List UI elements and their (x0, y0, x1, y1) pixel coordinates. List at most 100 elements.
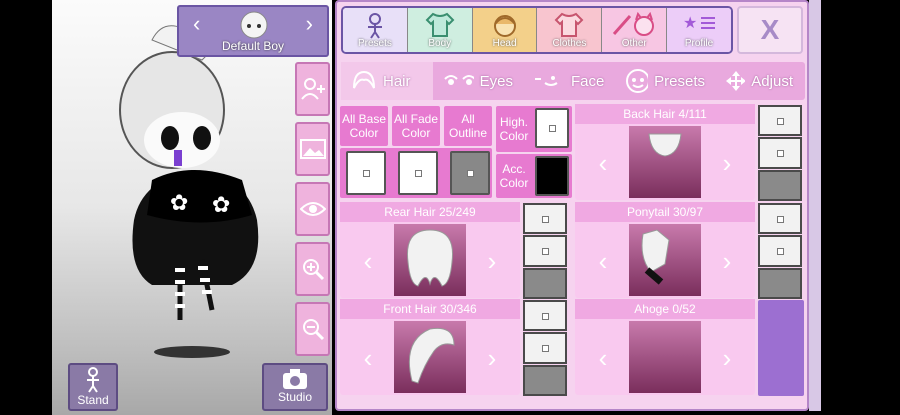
ahoge-color-area (758, 300, 804, 396)
tab-label: Presets (357, 38, 392, 49)
ponytail-preview[interactable] (629, 224, 701, 296)
tab-label: Clothes (552, 38, 587, 49)
character-avatar[interactable] (237, 10, 271, 40)
back-hair-color-3[interactable] (758, 169, 802, 201)
rear-hair-color-1[interactable] (523, 203, 567, 235)
studio-button[interactable]: Studio (262, 363, 328, 411)
rear-hair-prev-arrow-icon[interactable]: ‹ (348, 228, 388, 294)
rear-hair-thumbnail (406, 229, 454, 287)
front-hair-color-2[interactable] (523, 332, 567, 364)
tab-other[interactable]: Other (602, 8, 668, 52)
profile-star-icon: ★ (683, 13, 716, 32)
all-base-color-label: All Base Color (340, 106, 388, 146)
front-hair-selector: Front Hair 30/346 ‹ › (340, 299, 520, 395)
ponytail-color-3[interactable] (758, 267, 802, 299)
scroll-edge (809, 0, 821, 411)
all-outline-label: All Outline (444, 106, 492, 146)
clothes-shirt-icon (554, 12, 584, 37)
ponytail-color-2[interactable] (758, 235, 802, 267)
ponytail-color-1[interactable] (758, 203, 802, 235)
ahoge-selector: Ahoge 0/52 ‹ › (575, 299, 755, 395)
subtab-hair[interactable]: Hair (341, 62, 433, 100)
highlight-color-swatch[interactable] (535, 108, 569, 148)
tab-presets[interactable]: Presets (343, 8, 408, 52)
subtab-adjust[interactable]: Adjust (715, 62, 803, 100)
all-fade-color-label: All Fade Color (392, 106, 440, 146)
back-hair-color-1[interactable] (758, 105, 802, 137)
ahoge-next-arrow-icon[interactable]: › (707, 325, 747, 391)
background-icon (299, 139, 326, 159)
back-hair-thumbnail (648, 133, 682, 157)
eye-icon (299, 202, 326, 216)
character-name: Default Boy (221, 39, 285, 53)
prev-character-arrow-icon[interactable]: ‹ (193, 13, 200, 35)
front-hair-next-arrow-icon[interactable]: › (472, 325, 512, 391)
rear-hair-preview[interactable] (394, 224, 466, 296)
zoom-out-icon (302, 319, 324, 341)
rear-hair-color-3[interactable] (523, 267, 567, 299)
ponytail-prev-arrow-icon[interactable]: ‹ (583, 228, 623, 294)
ahoge-prev-arrow-icon[interactable]: ‹ (583, 325, 623, 391)
stand-button[interactable]: Stand (68, 363, 118, 411)
front-hair-prev-arrow-icon[interactable]: ‹ (348, 325, 388, 391)
head-icon (493, 15, 516, 37)
ponytail-color-swatches (758, 203, 802, 299)
camera-icon (283, 369, 307, 389)
subtab-label: Presets (654, 72, 705, 90)
character-stage[interactable]: ✿ ✿ (52, 0, 332, 415)
face-icon (535, 76, 558, 86)
back-hair-preview[interactable] (629, 126, 701, 198)
highlight-color-label: High. Color (499, 115, 529, 143)
next-character-arrow-icon[interactable]: › (306, 13, 313, 35)
all-fade-color-swatch[interactable] (398, 151, 438, 195)
all-outline-swatch[interactable] (450, 151, 490, 195)
stand-label: Stand (77, 393, 109, 407)
back-hair-prev-arrow-icon[interactable]: ‹ (583, 130, 623, 196)
ponytail-selector: Ponytail 30/97 ‹ › (575, 202, 755, 298)
hair-icon (353, 70, 375, 89)
character-sprite[interactable]: ✿ ✿ (52, 0, 332, 415)
all-base-color-swatch[interactable] (346, 151, 386, 195)
ponytail-title: Ponytail 30/97 (575, 202, 755, 222)
back-hair-selector: Back Hair 4/111 ‹ › (575, 104, 755, 200)
rear-hair-color-2[interactable] (523, 235, 567, 267)
ponytail-next-arrow-icon[interactable]: › (707, 228, 747, 294)
zoom-in-button[interactable] (295, 242, 330, 296)
add-character-button[interactable] (295, 62, 330, 116)
subtab-label: Face (571, 72, 605, 90)
tab-label: Body (428, 38, 452, 49)
customization-panel: Presets Body Head Clothes Other ★ Profil… (335, 0, 809, 411)
tab-body[interactable]: Body (407, 8, 473, 52)
adjust-move-icon (726, 71, 746, 91)
background-button[interactable] (295, 122, 330, 176)
back-hair-color-2[interactable] (758, 137, 802, 169)
rear-hair-color-swatches (523, 203, 567, 299)
tab-head[interactable]: Head (472, 8, 538, 52)
accessory-color-label: Acc. Color (499, 162, 529, 190)
subtab-face[interactable]: Face (523, 62, 615, 100)
back-hair-color-swatches (758, 105, 802, 201)
svg-text:✿: ✿ (212, 193, 230, 218)
front-hair-thumbnail (408, 327, 455, 384)
ahoge-title: Ahoge 0/52 (575, 299, 755, 319)
back-hair-next-arrow-icon[interactable]: › (707, 130, 747, 196)
close-button[interactable]: X (737, 6, 803, 54)
presets-face-icon (626, 69, 649, 93)
studio-label: Studio (277, 390, 313, 404)
ahoge-preview[interactable] (629, 321, 701, 393)
tab-clothes[interactable]: Clothes (537, 8, 603, 52)
accessory-color-swatch[interactable] (535, 156, 569, 196)
front-hair-color-1[interactable] (523, 300, 567, 332)
subtab-eyes[interactable]: Eyes (433, 62, 523, 100)
body-shirt-icon (425, 12, 455, 37)
ponytail-thumbnail (641, 229, 670, 285)
front-hair-preview[interactable] (394, 321, 466, 393)
zoom-out-button[interactable] (295, 302, 330, 356)
rear-hair-next-arrow-icon[interactable]: › (472, 228, 512, 294)
tab-label: Head (492, 38, 517, 49)
front-hair-color-3[interactable] (523, 364, 567, 396)
subtab-presets[interactable]: Presets (615, 62, 715, 100)
tab-profile[interactable]: ★ Profile (667, 8, 731, 52)
front-hair-color-swatches (523, 300, 567, 396)
eye-toggle-button[interactable] (295, 182, 330, 236)
